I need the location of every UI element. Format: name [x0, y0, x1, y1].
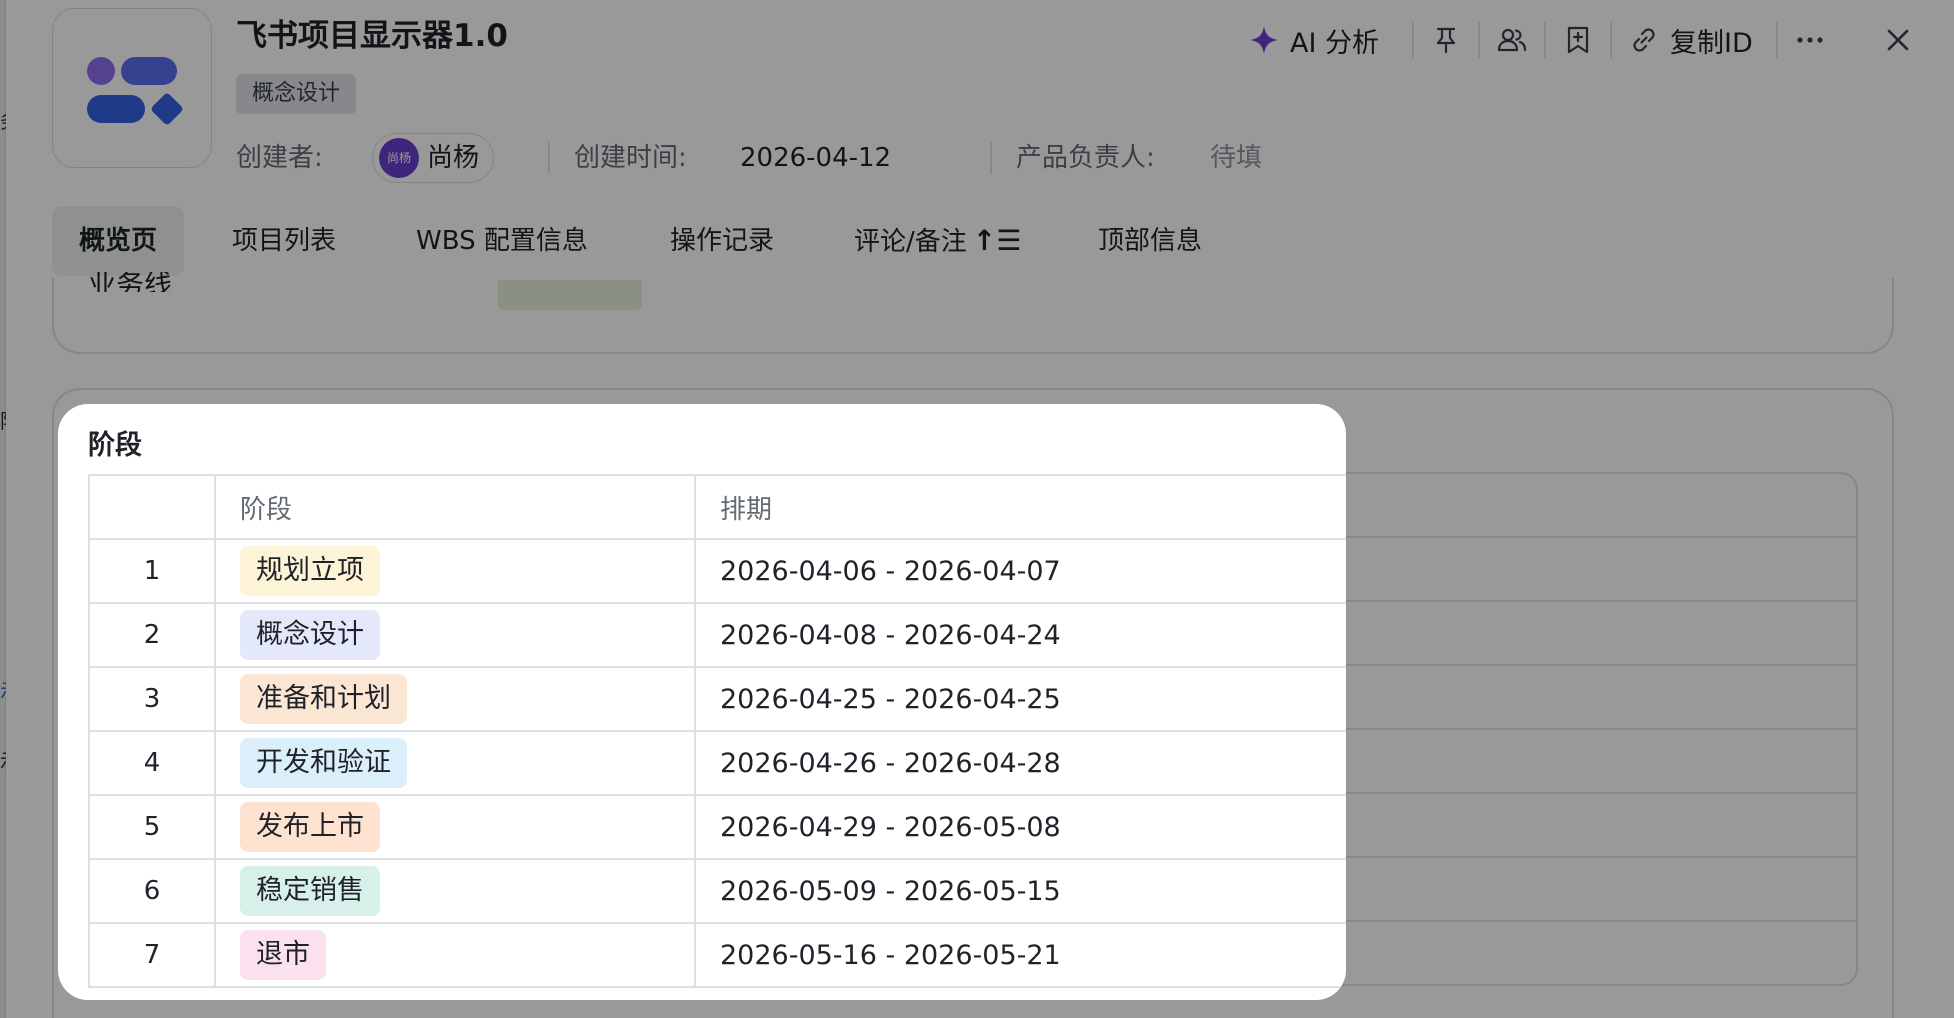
stages-table: 阶段 排期 1 规划立项 2026-04-06 - 2026-04-07 2 概… — [88, 474, 1346, 988]
stage-pill[interactable]: 退市 — [240, 930, 326, 980]
table-row[interactable]: 5 发布上市 2026-04-29 - 2026-05-08 — [89, 795, 1346, 860]
schedule-cell: 2026-05-16 - 2026-05-21 — [695, 923, 1346, 988]
table-row[interactable]: 6 稳定销售 2026-05-09 - 2026-05-15 — [89, 859, 1346, 924]
stage-cell: 规划立项 — [215, 539, 696, 604]
table-row[interactable]: 1 规划立项 2026-04-06 - 2026-04-07 — [89, 539, 1346, 604]
schedule-cell: 2026-04-06 - 2026-04-07 — [695, 539, 1346, 604]
table-row[interactable]: 7 退市 2026-05-16 - 2026-05-21 — [89, 923, 1346, 988]
stage-pill[interactable]: 稳定销售 — [240, 866, 380, 916]
stage-pill[interactable]: 发布上市 — [240, 802, 380, 852]
row-index: 3 — [89, 667, 216, 732]
table-row[interactable]: 2 概念设计 2026-04-08 - 2026-04-24 — [89, 603, 1346, 668]
row-index: 5 — [89, 795, 216, 860]
stages-popup: 阶段 阶段 排期 1 规划立项 2026-04-06 - 2026-04-07 … — [58, 404, 1346, 1000]
row-index: 7 — [89, 923, 216, 988]
stage-pill[interactable]: 规划立项 — [240, 546, 380, 596]
schedule-cell: 2026-04-08 - 2026-04-24 — [695, 603, 1346, 668]
popup-title: 阶段 — [88, 430, 142, 461]
schedule-cell: 2026-05-09 - 2026-05-15 — [695, 859, 1346, 924]
app-window: 务 阶 示 示 飞书项目显示器1.0 概念设计 创建者: 尚杨 尚杨 创建时间:… — [0, 0, 1954, 1018]
stage-cell: 概念设计 — [215, 603, 696, 668]
column-header-stage: 阶段 — [215, 475, 696, 540]
column-header-schedule: 排期 — [695, 475, 1346, 540]
stage-pill[interactable]: 概念设计 — [240, 610, 380, 660]
stage-pill[interactable]: 准备和计划 — [240, 674, 407, 724]
table-row[interactable]: 4 开发和验证 2026-04-26 - 2026-04-28 — [89, 731, 1346, 796]
schedule-cell: 2026-04-25 - 2026-04-25 — [695, 667, 1346, 732]
stage-cell: 退市 — [215, 923, 696, 988]
schedule-cell: 2026-04-26 - 2026-04-28 — [695, 731, 1346, 796]
table-header-row: 阶段 排期 — [89, 475, 1346, 540]
row-index: 4 — [89, 731, 216, 796]
stage-cell: 发布上市 — [215, 795, 696, 860]
stage-cell: 准备和计划 — [215, 667, 696, 732]
schedule-cell: 2026-04-29 - 2026-05-08 — [695, 795, 1346, 860]
table-row[interactable]: 3 准备和计划 2026-04-25 - 2026-04-25 — [89, 667, 1346, 732]
stage-cell: 开发和验证 — [215, 731, 696, 796]
stage-cell: 稳定销售 — [215, 859, 696, 924]
column-header-index — [89, 475, 216, 540]
row-index: 2 — [89, 603, 216, 668]
row-index: 6 — [89, 859, 216, 924]
row-index: 1 — [89, 539, 216, 604]
stage-pill[interactable]: 开发和验证 — [240, 738, 407, 788]
